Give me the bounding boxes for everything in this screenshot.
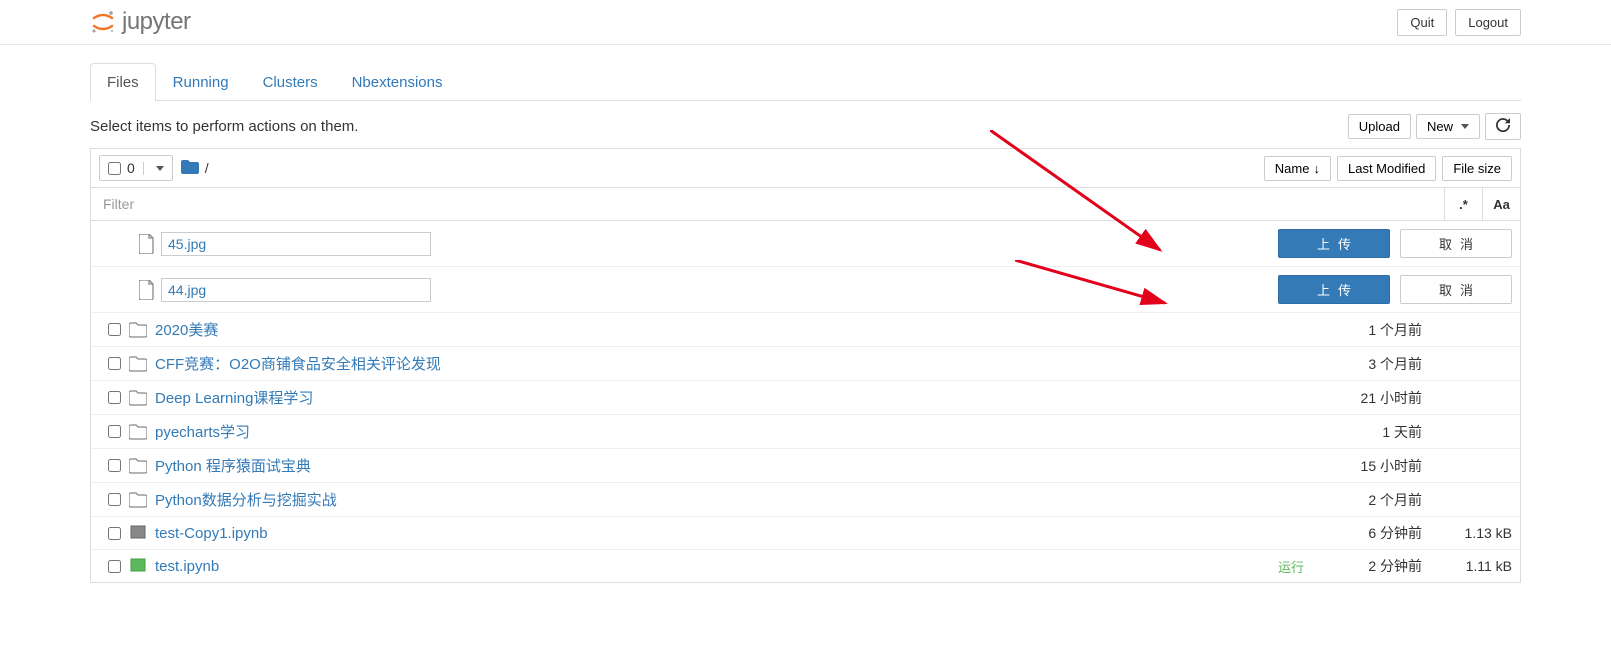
chevron-down-icon — [156, 166, 164, 171]
select-count: 0 — [127, 160, 135, 176]
logout-button[interactable]: Logout — [1455, 9, 1521, 36]
upload-confirm-button[interactable]: 上传 — [1278, 229, 1390, 258]
file-icon — [139, 234, 155, 254]
notebook-icon — [129, 525, 149, 541]
row-checkbox[interactable] — [108, 560, 121, 573]
breadcrumb[interactable]: / — [181, 160, 209, 177]
file-modified: 2 个月前 — [1312, 490, 1422, 510]
folder-icon — [129, 424, 149, 440]
filter-regex-toggle[interactable]: .* — [1444, 188, 1482, 220]
breadcrumb-sep: / — [205, 160, 209, 176]
file-modified: 21 小时前 — [1312, 388, 1422, 408]
toolbar-row: Select items to perform actions on them.… — [90, 113, 1521, 140]
file-modified: 6 分钟前 — [1312, 523, 1422, 543]
folder-icon — [129, 458, 149, 474]
upload-row: 上传取消 — [91, 221, 1520, 267]
file-name-link[interactable]: Python数据分析与挖掘实战 — [155, 489, 337, 510]
tab-nbextensions[interactable]: Nbextensions — [335, 63, 460, 101]
folder-icon — [129, 322, 149, 338]
jupyter-logo[interactable]: jupyter — [90, 8, 191, 36]
tab-clusters[interactable]: Clusters — [246, 63, 335, 101]
file-rows: 2020美赛 1 个月前 CFF竞赛：O2O商铺食品安全相关评论发现 3 个月前 Dee… — [91, 313, 1520, 582]
file-modified: 1 天前 — [1312, 422, 1422, 442]
file-modified: 3 个月前 — [1312, 354, 1422, 374]
running-status: 运行 — [1278, 557, 1304, 576]
new-button-label: New — [1427, 119, 1453, 134]
filter-case-toggle[interactable]: Aa — [1482, 188, 1520, 220]
toolbar-right: Upload New — [1348, 113, 1521, 140]
file-modified: 1 个月前 — [1312, 320, 1422, 340]
upload-cancel-button[interactable]: 取消 — [1400, 229, 1512, 258]
nav-tabs: Files Running Clusters Nbextensions — [90, 63, 1521, 101]
pending-uploads: 上传取消上传取消 — [91, 221, 1520, 313]
upload-cancel-button[interactable]: 取消 — [1400, 275, 1512, 304]
instruction-text: Select items to perform actions on them. — [90, 118, 358, 135]
file-name-link[interactable]: 2020美赛 — [155, 319, 218, 340]
file-name-link[interactable]: Python 程序猿面试宝典 — [155, 455, 311, 476]
chevron-down-icon — [1461, 124, 1469, 129]
file-icon — [139, 280, 155, 300]
row-checkbox[interactable] — [108, 459, 121, 472]
file-row: test-Copy1.ipynb 6 分钟前1.13 kB — [91, 517, 1520, 550]
upload-button[interactable]: Upload — [1348, 114, 1411, 139]
filter-input[interactable] — [91, 188, 1444, 220]
file-name-link[interactable]: CFF竞赛：O2O商铺食品安全相关评论发现 — [155, 353, 441, 374]
upload-filename-input[interactable] — [161, 278, 431, 302]
main-container: Files Running Clusters Nbextensions Sele… — [0, 63, 1611, 583]
file-row: pyecharts学习 1 天前 — [91, 415, 1520, 449]
column-headers: Name ↓ Last Modified File size — [1264, 156, 1512, 181]
file-row: Deep Learning课程学习 21 小时前 — [91, 381, 1520, 415]
file-modified: 15 小时前 — [1312, 456, 1422, 476]
row-checkbox[interactable] — [108, 357, 121, 370]
upload-filename-input[interactable] — [161, 232, 431, 256]
header-buttons: Quit Logout — [1397, 9, 1521, 36]
folder-icon — [181, 160, 199, 177]
file-row: Python数据分析与挖掘实战 2 个月前 — [91, 483, 1520, 517]
folder-icon — [129, 390, 149, 406]
name-col-label: Name — [1275, 161, 1310, 176]
file-row: Python 程序猿面试宝典 15 小时前 — [91, 449, 1520, 483]
file-name-link[interactable]: pyecharts学习 — [155, 421, 250, 442]
file-list-box: 0 / Name ↓ Last Modified File size — [90, 148, 1521, 583]
arrow-down-icon: ↓ — [1313, 161, 1320, 176]
select-all-checkbox[interactable] — [108, 162, 121, 175]
refresh-button[interactable] — [1485, 113, 1521, 140]
file-row: 2020美赛 1 个月前 — [91, 313, 1520, 347]
page-header: jupyter Quit Logout — [0, 0, 1611, 45]
row-checkbox[interactable] — [108, 425, 121, 438]
sort-name-button[interactable]: Name ↓ — [1264, 156, 1331, 181]
filter-row: .* Aa — [91, 188, 1520, 221]
sort-size-button[interactable]: File size — [1442, 156, 1512, 181]
file-size: 1.13 kB — [1422, 525, 1512, 541]
file-row: test.ipynb 运行 2 分钟前1.11 kB — [91, 550, 1520, 582]
file-row: CFF竞赛：O2O商铺食品安全相关评论发现 3 个月前 — [91, 347, 1520, 381]
select-all-control[interactable]: 0 — [99, 155, 173, 181]
quit-button[interactable]: Quit — [1397, 9, 1447, 36]
upload-confirm-button[interactable]: 上传 — [1278, 275, 1390, 304]
file-name-link[interactable]: Deep Learning课程学习 — [155, 387, 313, 408]
file-modified: 2 分钟前 — [1312, 556, 1422, 576]
upload-row: 上传取消 — [91, 267, 1520, 313]
new-button[interactable]: New — [1416, 114, 1480, 139]
row-checkbox[interactable] — [108, 323, 121, 336]
folder-icon — [129, 356, 149, 372]
row-checkbox[interactable] — [108, 527, 121, 540]
folder-icon — [129, 492, 149, 508]
list-header: 0 / Name ↓ Last Modified File size — [91, 149, 1520, 188]
jupyter-logo-icon — [90, 9, 116, 35]
row-checkbox[interactable] — [108, 493, 121, 506]
tab-files[interactable]: Files — [90, 63, 156, 101]
sort-modified-button[interactable]: Last Modified — [1337, 156, 1436, 181]
notebook-icon — [129, 558, 149, 574]
file-name-link[interactable]: test-Copy1.ipynb — [155, 525, 268, 542]
file-name-link[interactable]: test.ipynb — [155, 558, 219, 575]
logo-text: jupyter — [122, 8, 191, 36]
tab-running[interactable]: Running — [156, 63, 246, 101]
file-size: 1.11 kB — [1422, 558, 1512, 574]
refresh-icon — [1496, 118, 1510, 135]
row-checkbox[interactable] — [108, 391, 121, 404]
